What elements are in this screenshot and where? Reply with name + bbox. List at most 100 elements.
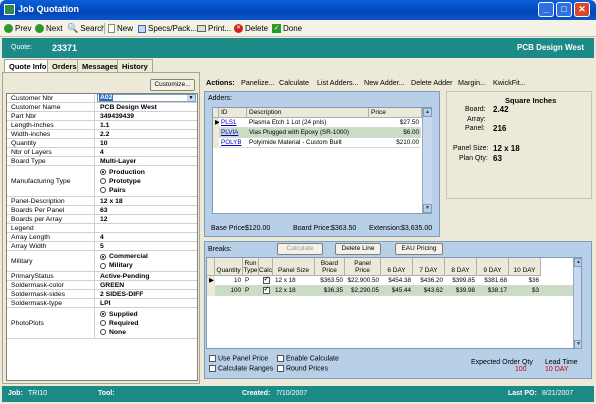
field-value[interactable]: Production Prototype Pairs (96, 166, 197, 196)
break-cell[interactable]: P (243, 276, 259, 286)
list-adders-action[interactable]: List Adders... (317, 78, 359, 87)
delete-line-button[interactable]: Delete Line (335, 243, 381, 255)
breaks-scrollbar[interactable]: ▲ ▼ (573, 258, 581, 348)
field-value[interactable]: 2 SIDES-DIFF (96, 290, 197, 298)
break-row[interactable]: 100P12 x 18$36.35$2,290.05$45.44$43.62$3… (207, 286, 573, 296)
calculate-ranges-option[interactable]: Calculate Ranges (209, 365, 273, 372)
break-cell[interactable]: $38.17 (477, 286, 509, 296)
enable-calculate-checkbox[interactable] (277, 355, 284, 362)
print-button[interactable]: Print... (197, 22, 231, 35)
field-value[interactable]: 63 (96, 206, 197, 214)
radio-icon[interactable] (100, 253, 106, 260)
break-cell[interactable]: P (243, 286, 259, 296)
radio-icon[interactable] (100, 262, 106, 269)
customer-nbr-select[interactable]: A02 ▼ (97, 94, 196, 102)
field-value[interactable]: 10 (96, 139, 197, 147)
radio-icon[interactable] (100, 320, 106, 326)
next-button[interactable]: Next (35, 22, 62, 35)
field-value[interactable] (96, 224, 197, 232)
break-cell[interactable]: $3 (509, 286, 541, 296)
radio-icon[interactable] (100, 311, 106, 317)
new-adder-action[interactable]: New Adder... (364, 78, 405, 87)
calculate-action[interactable]: Calculate (279, 78, 309, 87)
field-value[interactable]: 4 (96, 148, 197, 156)
radio-option[interactable]: Supplied (100, 311, 138, 318)
close-button[interactable]: ✕ (574, 2, 590, 17)
adder-row[interactable]: POLYB Polyimide Material - Custom Built $2… (213, 138, 421, 148)
calc-checkbox[interactable] (262, 286, 270, 294)
field-value[interactable]: LPI (96, 299, 197, 307)
field-value[interactable]: A02 ▼ (96, 94, 197, 102)
adder-id-link[interactable]: POLYB (219, 138, 247, 148)
break-cell[interactable]: $454.38 (381, 276, 413, 286)
calculate-ranges-checkbox[interactable] (209, 365, 216, 372)
kwickfit-action[interactable]: KwickFit... (493, 78, 526, 87)
break-cell[interactable]: 12 x 18 (273, 276, 315, 286)
adder-id-link[interactable]: PLVIA (219, 128, 247, 138)
tab-history[interactable]: History (117, 59, 153, 72)
radio-option[interactable]: Military (100, 262, 133, 269)
chevron-down-icon[interactable]: ▼ (187, 95, 195, 101)
search-button[interactable]: 🔍 Search (67, 22, 106, 35)
round-prices-checkbox[interactable] (277, 365, 284, 372)
radio-option[interactable]: None (100, 329, 126, 336)
break-cell[interactable]: $22,900.50 (345, 276, 381, 286)
break-cell[interactable]: $39.98 (445, 286, 477, 296)
radio-option[interactable]: Required (100, 320, 138, 327)
field-value[interactable]: 12 (96, 215, 197, 223)
field-value[interactable]: 4 (96, 233, 197, 241)
scroll-down-icon[interactable]: ▼ (574, 340, 581, 348)
field-value[interactable]: 1.1 (96, 121, 197, 129)
field-value[interactable]: PCB Design West (96, 103, 197, 111)
field-value[interactable]: Supplied Required None (96, 308, 197, 338)
panelize-action[interactable]: Panelize... (241, 78, 275, 87)
break-cell[interactable]: $381.68 (477, 276, 509, 286)
adders-scrollbar[interactable]: ▲ ▼ (422, 108, 432, 213)
field-value[interactable]: Commercial Military (96, 251, 197, 271)
field-value[interactable]: GREEN (96, 281, 197, 289)
customize-button[interactable]: Customize... (150, 79, 195, 91)
prev-button[interactable]: Prev (4, 22, 31, 35)
minimize-button[interactable]: _ (538, 2, 554, 17)
scroll-up-icon[interactable]: ▲ (423, 108, 432, 117)
radio-icon[interactable] (100, 178, 106, 184)
scroll-up-icon[interactable]: ▲ (574, 258, 581, 267)
maximize-button[interactable]: □ (556, 2, 572, 17)
new-button[interactable]: New (108, 22, 133, 35)
field-value[interactable]: 2.2 (96, 130, 197, 138)
radio-option[interactable]: Prototype (100, 178, 141, 185)
round-prices-option[interactable]: Round Prices (277, 365, 328, 372)
use-panel-price-checkbox[interactable] (209, 355, 216, 362)
break-cell[interactable]: $45.44 (381, 286, 413, 296)
use-panel-price-option[interactable]: Use Panel Price (209, 355, 268, 362)
row-selector[interactable] (207, 286, 215, 296)
field-value[interactable]: 5 (96, 242, 197, 250)
break-cell[interactable]: $2,290.05 (345, 286, 381, 296)
break-cell[interactable]: 12 x 18 (273, 286, 315, 296)
calc-checkbox-cell[interactable] (259, 276, 273, 286)
radio-icon[interactable] (100, 329, 106, 335)
adder-id-link[interactable]: PLS1 (219, 118, 247, 128)
radio-icon[interactable] (100, 169, 106, 175)
break-cell[interactable]: 100 (215, 286, 243, 296)
tab-quote-info[interactable]: Quote Info (4, 59, 52, 73)
field-value[interactable]: 12 x 18 (96, 197, 197, 205)
calc-checkbox[interactable] (262, 276, 270, 284)
radio-icon[interactable] (100, 187, 106, 193)
break-cell[interactable]: $399.85 (445, 276, 477, 286)
radio-option[interactable]: Commercial (100, 253, 148, 260)
row-selector[interactable]: ▶ (207, 276, 215, 286)
calc-checkbox-cell[interactable] (259, 286, 273, 296)
break-row[interactable]: ▶10P 12 x 18$363.50$22,900.50$454.38$436.… (207, 276, 573, 286)
break-cell[interactable]: $436.20 (413, 276, 445, 286)
adder-row[interactable]: ▶ PLS1 Plasma Etch 1 Lot (24 pnls) $27.50 (213, 118, 421, 128)
delete-adder-action[interactable]: Delete Adder (411, 78, 453, 87)
delete-button[interactable]: ✕ Delete (234, 22, 268, 35)
specs-pack-button[interactable]: Specs/Pack... (138, 22, 197, 35)
break-cell[interactable]: $43.62 (413, 286, 445, 296)
margin-action[interactable]: Margin... (458, 78, 486, 87)
scroll-down-icon[interactable]: ▼ (423, 204, 432, 213)
done-button[interactable]: ✓ Done (272, 22, 302, 35)
field-value[interactable]: Multi-Layer (96, 157, 197, 165)
break-cell[interactable]: $36 (509, 276, 541, 286)
